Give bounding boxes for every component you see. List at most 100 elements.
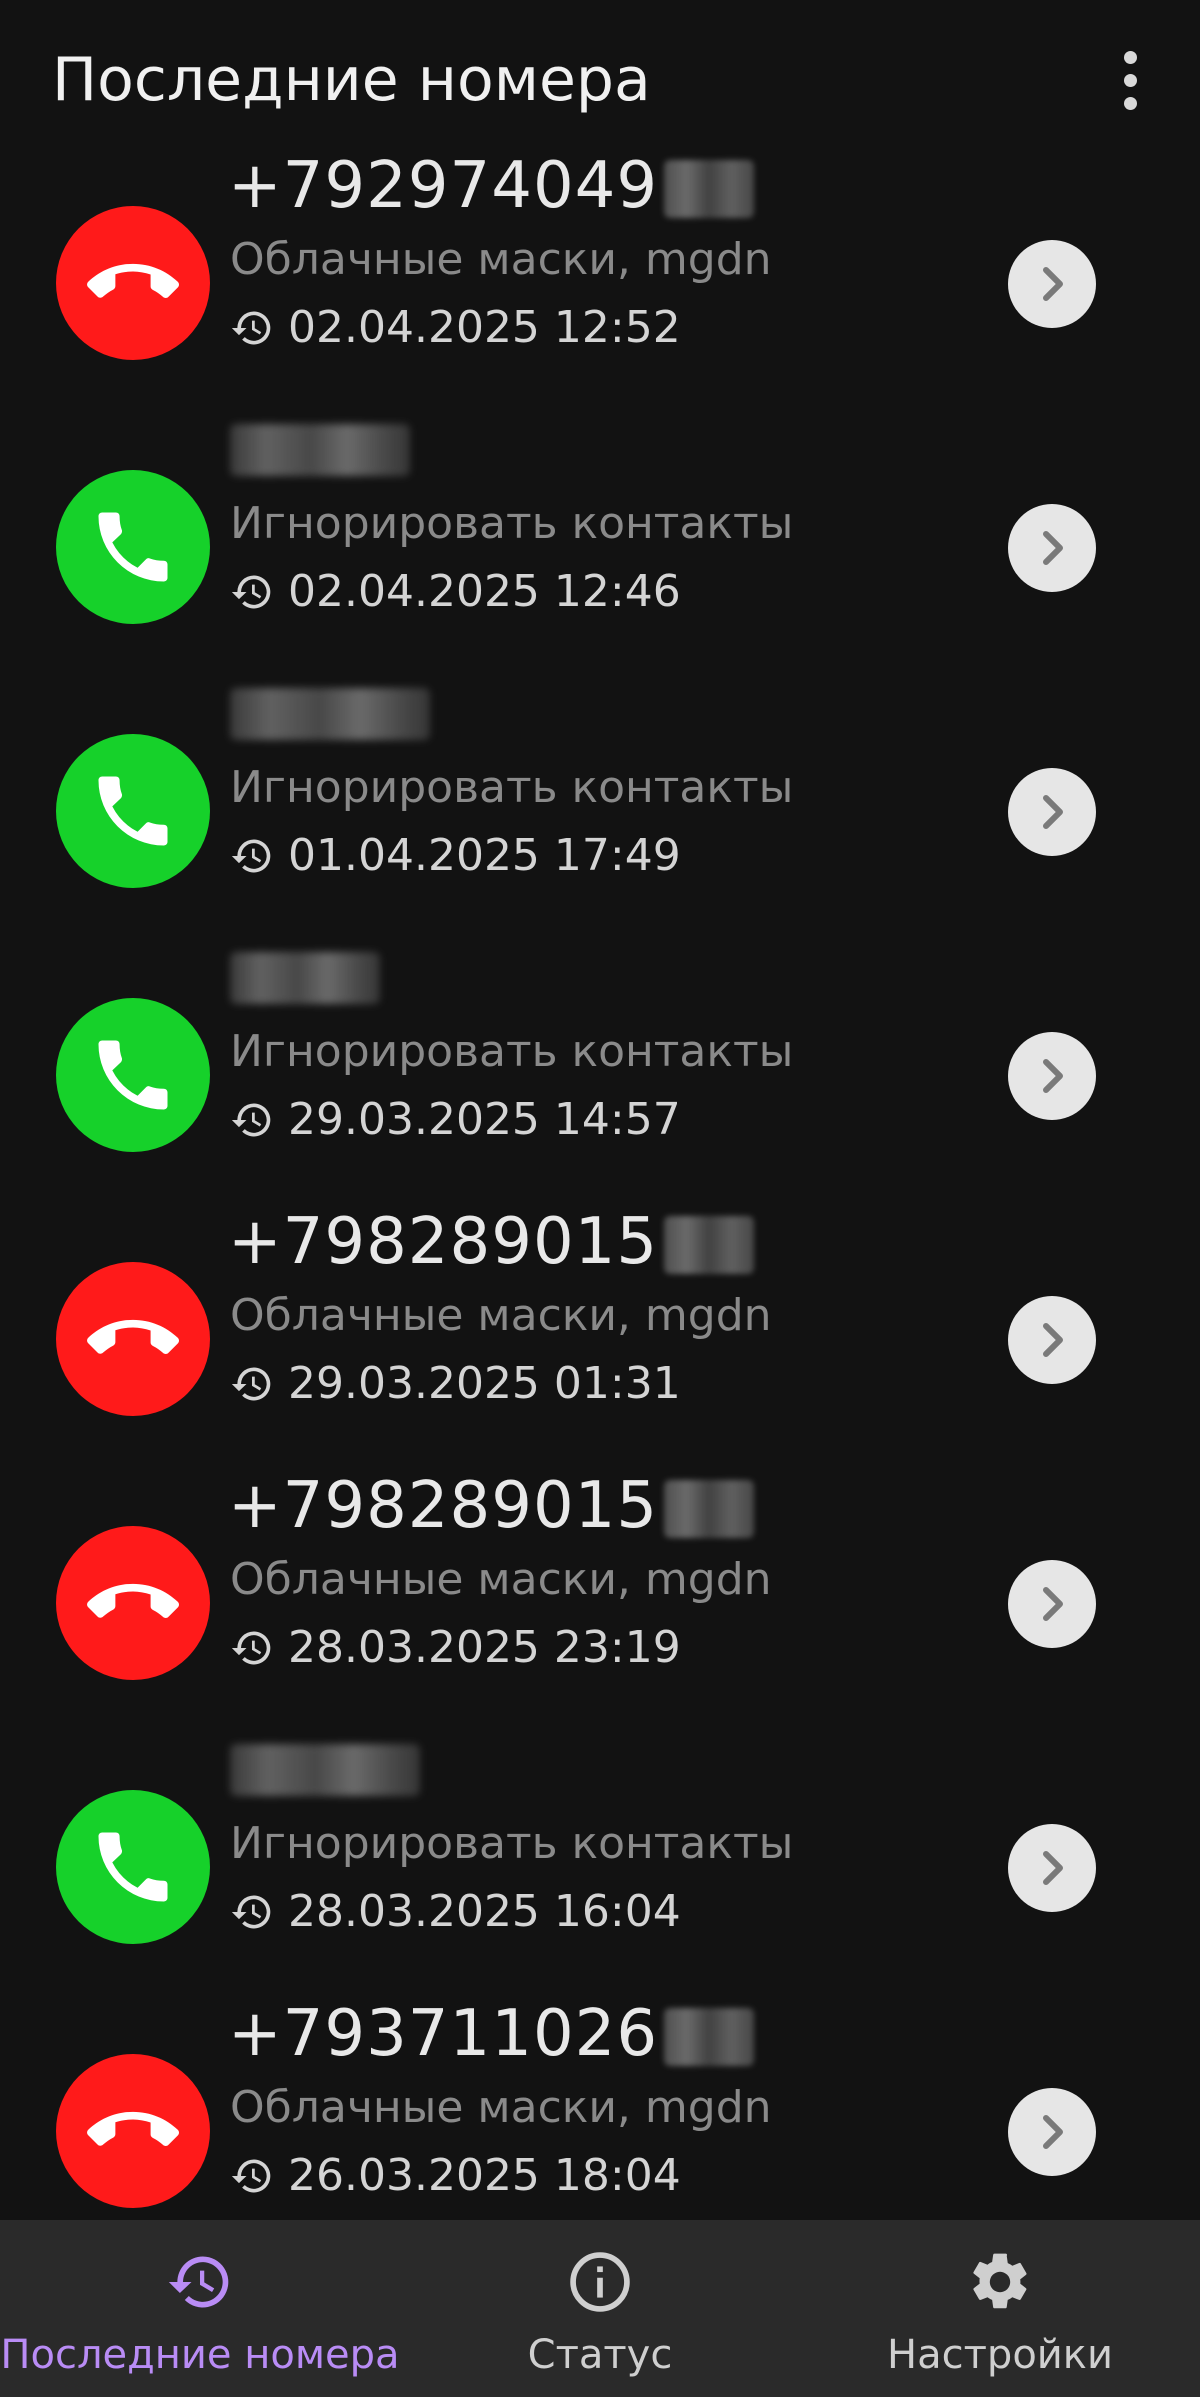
call-details-button[interactable]	[1008, 1032, 1096, 1120]
history-icon	[166, 2248, 234, 2316]
nav-label: Статус	[527, 2332, 673, 2378]
call-datetime: 02.04.2025 12:46	[288, 566, 681, 617]
caller-number: +793711026	[228, 1994, 755, 2074]
block-rule-label: Облачные маски, mgdn	[230, 234, 772, 285]
hidden-contact-name	[230, 952, 380, 1004]
call-datetime: 02.04.2025 12:52	[288, 302, 681, 353]
chevron-right-icon	[1028, 2108, 1076, 2156]
call-datetime: 26.03.2025 18:04	[288, 2150, 681, 2201]
caller-number-text: +798289015	[228, 1205, 659, 1279]
hidden-contact-name	[230, 688, 430, 740]
call-datetime: 29.03.2025 14:57	[288, 1094, 681, 1145]
phone-icon	[87, 501, 179, 593]
block-rule-label: Игнорировать контакты	[230, 1818, 794, 1869]
phone-hangup-icon	[87, 237, 179, 329]
call-details-button[interactable]	[1008, 1560, 1096, 1648]
hidden-contact-name	[230, 424, 410, 476]
hidden-contact-name	[230, 1744, 420, 1796]
call-row[interactable]: +793711026 Облачные маски, mgdn 26.03.2025…	[0, 1996, 1200, 2220]
call-details-button[interactable]	[1008, 1824, 1096, 1912]
more-options-button[interactable]	[1100, 40, 1160, 120]
info-icon	[566, 2248, 634, 2316]
call-declined-indicator	[56, 206, 210, 360]
call-details-button[interactable]	[1008, 504, 1096, 592]
call-datetime: 28.03.2025 23:19	[288, 1622, 681, 1673]
call-datetime: 28.03.2025 16:04	[288, 1886, 681, 1937]
phone-hangup-icon	[87, 2085, 179, 2177]
block-rule-label: Игнорировать контакты	[230, 1026, 794, 1077]
history-icon	[230, 1626, 288, 1670]
history-icon	[230, 570, 288, 614]
call-time: 28.03.2025 23:19	[230, 1618, 681, 1678]
nav-label: Настройки	[887, 2332, 1113, 2378]
hidden-number-digits	[664, 160, 755, 219]
call-declined-indicator	[56, 1526, 210, 1680]
call-declined-indicator	[56, 1262, 210, 1416]
gear-icon	[966, 2248, 1034, 2316]
call-allowed-indicator	[56, 1790, 210, 1944]
call-row[interactable]: Игнорировать контакты 01.04.2025 17:49	[0, 676, 1200, 940]
phone-icon	[87, 765, 179, 857]
app-root: +792974049 Облачные маски, mgdn 02.04.2025…	[0, 0, 1200, 2397]
call-time: 01.04.2025 17:49	[230, 826, 681, 886]
history-icon	[230, 1890, 288, 1934]
call-datetime: 01.04.2025 17:49	[288, 830, 681, 881]
hidden-number-digits	[664, 1216, 755, 1275]
more-dot-icon	[1123, 73, 1137, 87]
nav-tab-settings[interactable]: Настройки	[800, 2220, 1200, 2397]
caller-number-text: +798289015	[228, 1469, 659, 1543]
call-row[interactable]: +792974049 Облачные маски, mgdn 02.04.2025…	[0, 148, 1200, 412]
call-row[interactable]: Игнорировать контакты 28.03.2025 16:04	[0, 1732, 1200, 1996]
phone-hangup-icon	[87, 1557, 179, 1649]
call-row[interactable]: Игнорировать контакты 02.04.2025 12:46	[0, 412, 1200, 676]
call-details-button[interactable]	[1008, 768, 1096, 856]
chevron-right-icon	[1028, 524, 1076, 572]
call-time: 29.03.2025 01:31	[230, 1354, 681, 1414]
call-row[interactable]: +798289015 Облачные маски, mgdn 29.03.2025…	[0, 1204, 1200, 1468]
call-time: 29.03.2025 14:57	[230, 1090, 681, 1150]
call-details-button[interactable]	[1008, 240, 1096, 328]
hidden-number-digits	[664, 1480, 755, 1539]
call-allowed-indicator	[56, 998, 210, 1152]
block-rule-label: Игнорировать контакты	[230, 762, 794, 813]
nav-tab-recent[interactable]: Последние номера	[0, 2220, 400, 2397]
chevron-right-icon	[1028, 788, 1076, 836]
call-time: 02.04.2025 12:46	[230, 562, 681, 622]
call-declined-indicator	[56, 2054, 210, 2208]
block-rule-label: Облачные маски, mgdn	[230, 1554, 772, 1605]
caller-number: +798289015	[228, 1466, 755, 1546]
call-row[interactable]: Игнорировать контакты 29.03.2025 14:57	[0, 940, 1200, 1204]
caller-number-text: +792974049	[228, 149, 659, 223]
history-icon	[230, 1362, 288, 1406]
history-icon	[230, 2154, 288, 2198]
chevron-right-icon	[1028, 260, 1076, 308]
phone-icon	[87, 1821, 179, 1913]
chevron-right-icon	[1028, 1844, 1076, 1892]
call-row[interactable]: +798289015 Облачные маски, mgdn 28.03.2025…	[0, 1468, 1200, 1732]
recent-calls-list[interactable]: +792974049 Облачные маски, mgdn 02.04.2025…	[0, 0, 1200, 2220]
bottom-navigation: Последние номера Статус Настройки	[0, 2220, 1200, 2397]
chevron-right-icon	[1028, 1580, 1076, 1628]
nav-label: Последние номера	[0, 2332, 400, 2378]
block-rule-label: Игнорировать контакты	[230, 498, 794, 549]
call-time: 26.03.2025 18:04	[230, 2146, 681, 2206]
caller-number-text: +793711026	[228, 1997, 659, 2071]
page-title: Последние номера	[52, 45, 651, 115]
call-details-button[interactable]	[1008, 2088, 1096, 2176]
caller-number: +798289015	[228, 1202, 755, 1282]
call-details-button[interactable]	[1008, 1296, 1096, 1384]
chevron-right-icon	[1028, 1316, 1076, 1364]
more-dot-icon	[1123, 96, 1137, 110]
call-allowed-indicator	[56, 470, 210, 624]
chevron-right-icon	[1028, 1052, 1076, 1100]
block-rule-label: Облачные маски, mgdn	[230, 1290, 772, 1341]
phone-hangup-icon	[87, 1293, 179, 1385]
more-dot-icon	[1123, 50, 1137, 64]
call-time: 02.04.2025 12:52	[230, 298, 681, 358]
nav-tab-status[interactable]: Статус	[400, 2220, 800, 2397]
call-allowed-indicator	[56, 734, 210, 888]
call-time: 28.03.2025 16:04	[230, 1882, 681, 1942]
hidden-number-digits	[664, 2008, 755, 2067]
history-icon	[230, 306, 288, 350]
app-header: Последние номера	[0, 0, 1200, 160]
